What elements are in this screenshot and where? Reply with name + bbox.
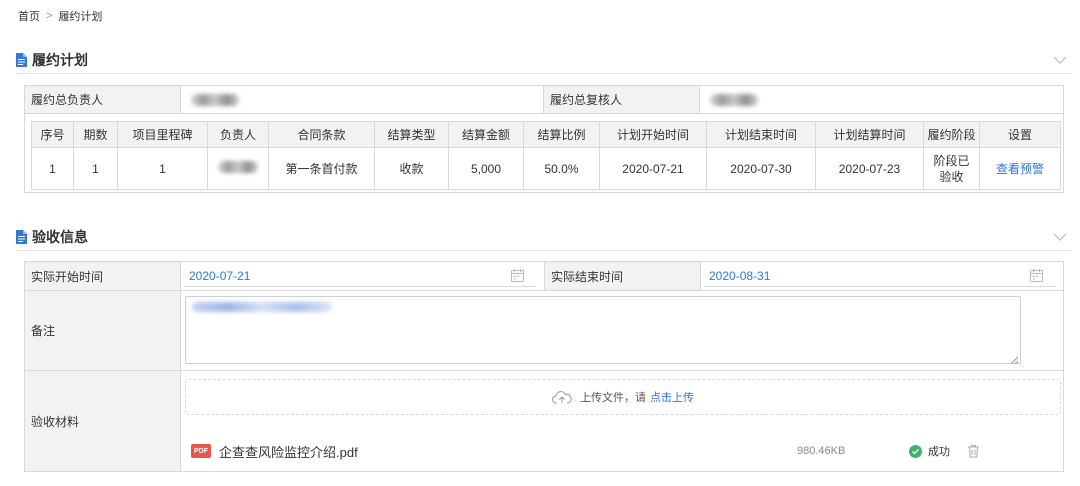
breadcrumb-current: 履约计划 — [58, 11, 103, 23]
actual-dates-row: 实际开始时间 2020-07-21 实际结束时间 2020-08-31 — [25, 262, 1063, 291]
owner-label: 履约总负责人 — [25, 86, 181, 113]
plan-section-header[interactable]: 履约计划 — [16, 46, 1072, 74]
cell-plan-settle: 2020-07-23 — [815, 147, 924, 190]
column-header: 计划结束时间 — [706, 121, 816, 148]
file-size: 980.46KB — [797, 445, 846, 457]
acceptance-panel: 实际开始时间 2020-07-21 实际结束时间 2020-08-31 备注 验… — [24, 261, 1064, 472]
reviewer-label: 履约总复核人 — [544, 86, 700, 113]
file-name[interactable]: 企查查风险监控介绍.pdf — [219, 442, 358, 461]
column-header: 合同条款 — [268, 121, 375, 148]
column-header: 负责人 — [207, 121, 269, 148]
column-header: 结算比例 — [523, 121, 600, 148]
upload-dropzone[interactable]: 上传文件，请 点击上传 — [185, 379, 1061, 415]
redacted-name — [190, 93, 239, 106]
check-circle-icon — [909, 444, 922, 458]
column-header: 设置 — [979, 121, 1061, 148]
reviewer-value — [700, 86, 1063, 113]
document-icon — [16, 229, 27, 244]
cell-plan-end: 2020-07-30 — [706, 147, 816, 190]
redacted-name — [709, 93, 758, 106]
column-header: 计划结算时间 — [815, 121, 924, 148]
material-row: 验收材料 上传文件，请 点击上传 PDF 企查查风险监控介绍.pdf 980.4… — [25, 371, 1063, 471]
cell-stage: 阶段已验收 — [923, 147, 980, 190]
redacted-remark — [192, 302, 332, 312]
actual-end-value: 2020-08-31 — [709, 268, 771, 283]
uploaded-file-item: PDF 企查查风险监控介绍.pdf 980.46KB 成功 — [191, 435, 1061, 467]
actual-end-label: 实际结束时间 — [545, 262, 701, 290]
actual-start-date-input[interactable]: 2020-07-21 — [185, 265, 536, 287]
column-header: 序号 — [31, 121, 74, 148]
owner-value — [181, 86, 544, 113]
breadcrumb: 首页 > 履约计划 — [18, 8, 102, 24]
upload-status-text: 成功 — [928, 446, 950, 458]
actual-start-value: 2020-07-21 — [189, 268, 251, 283]
plan-section-title: 履约计划 — [32, 51, 88, 68]
column-header: 期数 — [73, 121, 118, 148]
material-label: 验收材料 — [25, 371, 181, 471]
breadcrumb-separator: > — [46, 10, 53, 22]
calendar-icon[interactable] — [1030, 269, 1043, 282]
actual-end-date-input[interactable]: 2020-08-31 — [705, 265, 1055, 287]
breadcrumb-home[interactable]: 首页 — [18, 8, 40, 24]
cell-settle-type: 收款 — [374, 147, 449, 190]
remark-label: 备注 — [25, 291, 181, 370]
remark-row: 备注 — [25, 291, 1063, 371]
cell-index: 1 — [31, 147, 74, 190]
column-header: 结算金额 — [448, 121, 524, 148]
actual-end-cell: 2020-08-31 — [701, 262, 1063, 290]
cloud-upload-icon — [552, 390, 572, 404]
cell-milestone: 1 — [117, 147, 208, 190]
cell-owner — [207, 147, 269, 190]
acceptance-section-header[interactable]: 验收信息 — [16, 223, 1072, 251]
plan-table-header-row: 序号 期数 项目里程碑 负责人 合同条款 结算类型 结算金额 结算比例 计划开始… — [31, 121, 1061, 148]
cell-clause: 第一条首付款 — [268, 147, 375, 190]
column-header: 结算类型 — [374, 121, 449, 148]
cell-period: 1 — [73, 147, 118, 190]
actual-start-label: 实际开始时间 — [25, 262, 181, 290]
cell-amount: 5,000 — [448, 147, 524, 190]
redacted-name — [218, 161, 258, 173]
cell-plan-start: 2020-07-21 — [599, 147, 707, 190]
chevron-down-icon[interactable] — [1052, 229, 1068, 245]
table-row: 1 1 1 第一条首付款 收款 5,000 50.0% 2020-07-21 2… — [31, 147, 1061, 190]
column-header: 计划开始时间 — [599, 121, 707, 148]
resize-handle-icon[interactable] — [1010, 353, 1019, 365]
actual-start-cell: 2020-07-21 — [181, 262, 545, 290]
trash-icon[interactable] — [967, 444, 980, 458]
upload-status: 成功 — [909, 443, 950, 459]
plan-table: 序号 期数 项目里程碑 负责人 合同条款 结算类型 结算金额 结算比例 计划开始… — [31, 121, 1061, 190]
plan-panel: 履约总负责人 履约总复核人 序号 期数 项目里程碑 负责人 合同条款 结算类型 … — [24, 85, 1064, 193]
remark-textarea[interactable] — [185, 296, 1021, 365]
chevron-down-icon[interactable] — [1052, 52, 1068, 68]
view-warning-link[interactable]: 查看预警 — [979, 147, 1061, 190]
plan-owner-row: 履约总负责人 履约总复核人 — [25, 86, 1063, 114]
document-icon — [16, 52, 27, 67]
upload-link[interactable]: 点击上传 — [650, 389, 694, 405]
column-header: 项目里程碑 — [117, 121, 208, 148]
acceptance-section-title: 验收信息 — [32, 228, 88, 245]
calendar-icon[interactable] — [511, 269, 524, 282]
pdf-file-icon: PDF — [191, 444, 211, 458]
cell-ratio: 50.0% — [523, 147, 600, 190]
upload-text: 上传文件，请 — [580, 392, 646, 404]
column-header: 履约阶段 — [923, 121, 980, 148]
